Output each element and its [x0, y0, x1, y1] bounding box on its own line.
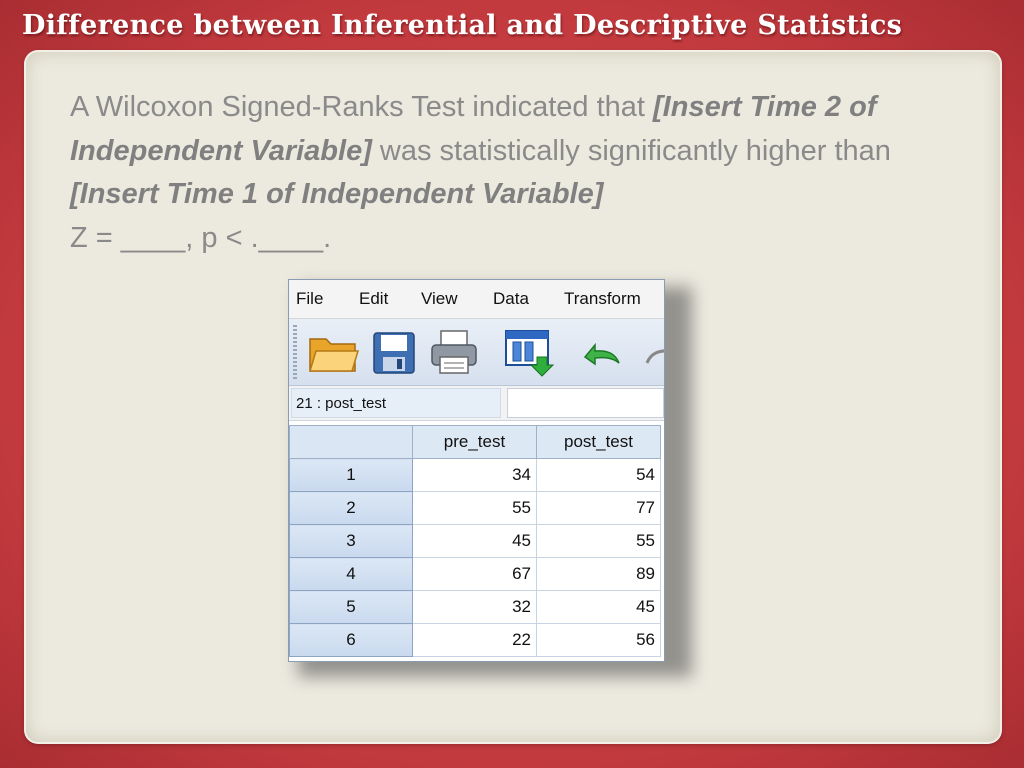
toolbar-grip — [293, 325, 297, 379]
menu-bar: File Edit View Data Transform — [289, 280, 664, 319]
grid-corner[interactable] — [289, 425, 413, 459]
cell-pre-test[interactable]: 67 — [412, 557, 537, 591]
cell-editor-bar: 21 : post_test — [289, 386, 664, 421]
menu-data[interactable]: Data — [493, 280, 529, 318]
table-row: 5 32 45 — [289, 590, 661, 624]
cell-pre-test[interactable]: 55 — [412, 491, 537, 525]
table-row: 3 45 55 — [289, 524, 661, 558]
spss-data-editor: File Edit View Data Transform 21: post_… — [288, 279, 665, 662]
print-icon[interactable] — [429, 327, 479, 382]
cell-post-test[interactable]: 77 — [536, 491, 661, 525]
cell-post-test[interactable]: 56 — [536, 623, 661, 657]
column-header-pre-test[interactable]: pre_test — [412, 425, 537, 459]
cell-pre-test[interactable]: 45 — [412, 524, 537, 558]
cell-post-test[interactable]: 55 — [536, 524, 661, 558]
cell-value-input[interactable] — [507, 388, 664, 418]
menu-edit[interactable]: Edit — [359, 280, 388, 318]
row-header[interactable]: 4 — [289, 557, 413, 591]
toolbar — [289, 319, 664, 386]
table-row: 6 22 56 — [289, 623, 661, 657]
table-row: 1 34 54 — [289, 458, 661, 492]
row-header[interactable]: 1 — [289, 458, 413, 492]
cell-post-test[interactable]: 89 — [536, 557, 661, 591]
cell-post-test[interactable]: 45 — [536, 590, 661, 624]
data-grid: pre_test post_test 1 34 54 2 55 77 3 45 … — [289, 425, 661, 657]
body-text: A Wilcoxon Signed-Ranks Test indicated t… — [70, 86, 970, 260]
cell-pre-test[interactable]: 22 — [412, 623, 537, 657]
row-header[interactable]: 3 — [289, 524, 413, 558]
row-header[interactable]: 5 — [289, 590, 413, 624]
table-row: 2 55 77 — [289, 491, 661, 525]
save-icon[interactable] — [371, 327, 417, 382]
slide-title: Difference between Inferential and Descr… — [22, 10, 903, 41]
cell-pre-test[interactable]: 32 — [412, 590, 537, 624]
cell-pre-test[interactable]: 34 — [412, 458, 537, 492]
undo-icon[interactable] — [579, 337, 623, 378]
goto-data-icon[interactable] — [503, 327, 555, 384]
row-header[interactable]: 6 — [289, 623, 413, 657]
redo-icon[interactable] — [645, 337, 664, 378]
body-text-part-1: A Wilcoxon Signed-Ranks Test indicated t… — [70, 91, 654, 123]
column-header-post-test[interactable]: post_test — [536, 425, 661, 459]
body-text-part-2: was statistically significantly higher t… — [371, 134, 891, 167]
menu-view[interactable]: View — [421, 280, 458, 318]
menu-transform[interactable]: Transform — [564, 280, 641, 318]
placeholder-time-1: [Insert Time 1 of Independent Variable] — [70, 178, 604, 210]
table-row: 4 67 89 — [289, 557, 661, 591]
menu-file[interactable]: File — [296, 280, 323, 318]
cell-post-test[interactable]: 54 — [536, 458, 661, 492]
open-folder-icon[interactable] — [307, 327, 360, 382]
cell-reference: 21 : post_test — [291, 388, 501, 418]
row-header[interactable]: 2 — [289, 491, 413, 525]
statistic-line: Z = ____, p < .____. — [70, 221, 332, 254]
